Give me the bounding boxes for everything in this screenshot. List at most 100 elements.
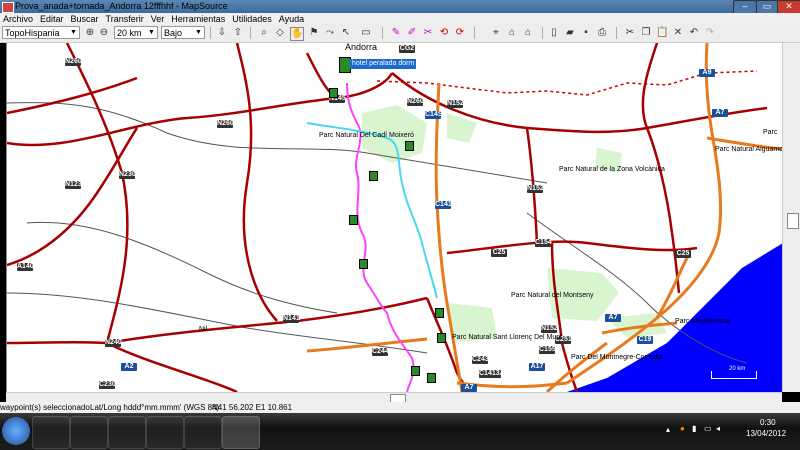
road-shield: A2 [121, 363, 137, 371]
chevron-down-icon: ▼ [70, 29, 77, 36]
road-shield: N152 [541, 325, 558, 333]
road-shield: C244 [372, 348, 389, 356]
waypoint-marker-icon[interactable] [411, 366, 420, 376]
zoom-in-icon[interactable]: ⊕ [84, 27, 96, 39]
toolbar-divider [382, 27, 383, 39]
map-product-value: TopoHispania [5, 28, 60, 38]
distance-tool-icon[interactable]: ▭ [360, 27, 372, 39]
mapsource-app-icon[interactable] [222, 416, 260, 449]
road-shield: N260 [217, 120, 234, 128]
waypoint-marker-icon[interactable] [405, 141, 414, 151]
title-bar: Prova_anada+tornada_Andorra 12fffhhf - M… [0, 0, 800, 14]
map-canvas[interactable] [7, 43, 783, 392]
map-view[interactable]: N260 CG2 N145 N260 N152 C14S N260 N123 N… [6, 43, 783, 392]
tray-arrow-icon[interactable]: ▴ [666, 425, 670, 434]
waypoint-label[interactable]: hotel peralada dorm [350, 59, 417, 69]
map-product-select[interactable]: TopoHispania ▼ [2, 26, 80, 39]
chevron-down-icon: ▼ [195, 29, 202, 36]
waypoint-marker-icon[interactable] [329, 88, 338, 98]
redo-icon[interactable]: ↷ [704, 27, 716, 39]
waypoint-tool-icon[interactable]: ⚑ [308, 27, 320, 39]
place-label: Parc Natural Sant Llorenç Del Munt [452, 334, 563, 341]
zoom-value: 20 km [117, 28, 142, 38]
place-label: Parc Natural Aiguamolls [715, 146, 783, 153]
scale-label: 20 km [729, 366, 746, 372]
zoom-tool-icon[interactable]: ⌕ [258, 27, 270, 39]
track-tool-icon[interactable]: ✎ [390, 27, 402, 39]
paste-icon[interactable]: 📋 [656, 27, 668, 39]
zoom-select[interactable]: 20 km ▼ [114, 26, 158, 39]
motorway-road [655, 257, 689, 319]
zoom-out-icon[interactable]: ⊖ [98, 27, 110, 39]
road-shield: A9 [699, 69, 715, 77]
toolbar-divider [542, 27, 543, 39]
select-tool-icon[interactable]: ◇ [274, 27, 286, 39]
scroll-thumb[interactable] [787, 213, 799, 229]
status-format: Lat/Long hddd°mm.mmm' (WGS 84) [90, 403, 220, 412]
divide-track-icon[interactable]: ✂ [422, 27, 434, 39]
place-label: Nil [199, 326, 208, 333]
send-to-device-icon[interactable]: ⇩ [216, 27, 228, 39]
road-shield: N230 [119, 171, 136, 179]
volume-icon[interactable]: ◂ [716, 424, 720, 433]
filter-track-icon[interactable]: ⟳ [454, 27, 466, 39]
new-file-icon[interactable]: ▯ [548, 27, 560, 39]
join-track-icon[interactable]: ⟲ [438, 27, 450, 39]
road-shield: CG2 [399, 45, 415, 53]
battery-icon[interactable]: ▭ [704, 424, 712, 433]
network-icon[interactable]: ▮ [692, 424, 696, 433]
clock-date[interactable]: 13/04/2012 [746, 429, 786, 438]
skype-icon[interactable] [184, 416, 222, 449]
waypoint-marker-icon[interactable] [349, 215, 358, 225]
undo-icon[interactable]: ↶ [688, 27, 700, 39]
motorway-road [306, 337, 428, 353]
find-icon[interactable]: ⌖ [490, 27, 502, 39]
pointer-tool-icon[interactable]: ↖ [340, 27, 352, 39]
route-tool-icon[interactable]: ⤳ [324, 27, 336, 39]
vertical-scrollbar[interactable] [782, 43, 800, 392]
place-label: Parc Natural de la Zona Volcànica [559, 166, 665, 173]
maximize-button[interactable]: ▭ [756, 0, 778, 14]
toolbar-divider [250, 27, 251, 39]
find-recent-icon[interactable]: ⌂ [522, 27, 534, 39]
hand-tool-icon[interactable]: ✋ [290, 27, 304, 41]
erase-track-icon[interactable]: ✐ [406, 27, 418, 39]
detail-select[interactable]: Bajo ▼ [161, 26, 205, 39]
road-shield: N152 [527, 185, 544, 193]
open-file-icon[interactable]: ▰ [564, 27, 576, 39]
save-icon[interactable]: ▪ [580, 27, 592, 39]
file-explorer-icon[interactable] [146, 416, 184, 449]
tray-app-icon[interactable]: ● [680, 424, 685, 433]
road-shield: C155 [539, 346, 556, 354]
print-icon[interactable]: ⎙ [596, 27, 608, 39]
chevron-down-icon: ▼ [148, 29, 155, 36]
toolbar-divider [210, 27, 211, 39]
waypoint-marker-icon[interactable] [435, 308, 444, 318]
railway-line [26, 221, 338, 314]
copy-icon[interactable]: ❐ [640, 27, 652, 39]
road-shield: C25 [491, 249, 507, 257]
network-app-icon[interactable] [108, 416, 146, 449]
find-places-icon[interactable]: ⌂ [506, 27, 518, 39]
close-button[interactable]: ✕ [777, 0, 800, 14]
waypoint-marker-icon[interactable] [427, 373, 436, 383]
waypoint-marker-icon[interactable] [369, 171, 378, 181]
primary-road [106, 296, 428, 345]
media-player-icon[interactable] [32, 416, 70, 449]
waypoint-marker-icon[interactable] [359, 259, 368, 269]
place-label: Parc Natural del Montseny [511, 292, 594, 299]
toolbar-divider [474, 27, 475, 39]
clock-time[interactable]: 0:30 [760, 418, 776, 427]
delete-icon[interactable]: ✕ [672, 27, 684, 39]
road-shield: N123 [65, 181, 82, 189]
waypoint-marker-icon[interactable] [437, 333, 446, 343]
internet-explorer-icon[interactable] [70, 416, 108, 449]
primary-road [235, 43, 278, 322]
minimize-button[interactable]: – [733, 0, 757, 14]
start-button[interactable] [2, 417, 30, 445]
cut-icon[interactable]: ✂ [624, 27, 636, 39]
taskbar: ▴ ● ▮ ▭ ◂ 0:30 13/04/2012 [0, 413, 800, 450]
road-shield: A7 [605, 314, 621, 322]
receive-from-device-icon[interactable]: ⇧ [232, 27, 244, 39]
road-shield: N152 [447, 100, 464, 108]
